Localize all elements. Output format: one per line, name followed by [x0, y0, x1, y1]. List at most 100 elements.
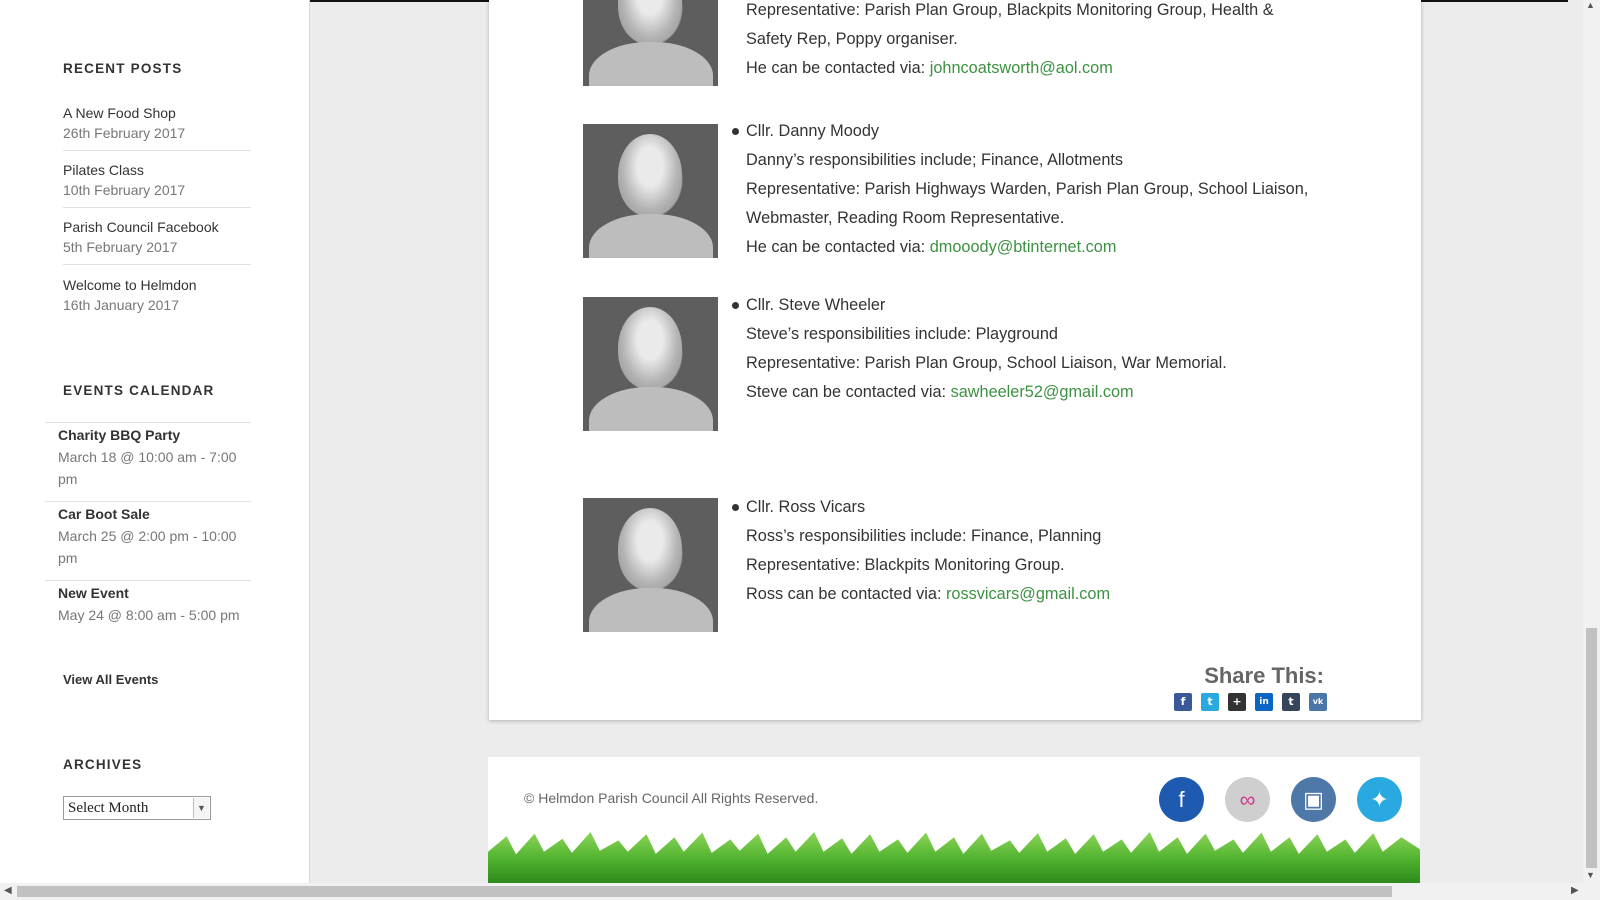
- councillor-line: Danny’s responsibilities include; Financ…: [746, 151, 1124, 169]
- photo-shoulders: [589, 214, 713, 258]
- twitter-icon[interactable]: t: [1201, 693, 1219, 711]
- grass-decoration: [488, 832, 1420, 883]
- chevron-down-icon[interactable]: ▼: [193, 798, 209, 818]
- facebook-icon[interactable]: f: [1174, 693, 1192, 711]
- post-date: 16th January 2017: [63, 297, 179, 313]
- photo-head: [618, 0, 682, 44]
- councillors-content: Representative: Parish Plan Group, Black…: [489, 0, 1421, 720]
- archives-month-select[interactable]: Select Month ▼: [63, 796, 211, 820]
- contact-prefix: He can be contacted via:: [746, 59, 930, 77]
- councillor-photo: [583, 0, 718, 86]
- recent-post-item[interactable]: A New Food Shop 26th February 2017: [63, 103, 251, 151]
- linkedin-icon[interactable]: in: [1255, 693, 1273, 711]
- photo-head: [618, 134, 682, 216]
- post-title[interactable]: Parish Council Facebook: [63, 217, 251, 237]
- councillor-entry: Representative: Parish Plan Group, Black…: [583, 0, 1373, 88]
- event-time: March 18 @ 10:00 am - 7:00 pm: [58, 449, 237, 487]
- councillor-line: Representative: Parish Plan Group, Schoo…: [746, 354, 1227, 372]
- bullet-icon: [732, 128, 739, 135]
- councillor-entry: Cllr. Steve Wheeler Steve’s responsibili…: [583, 291, 1373, 431]
- photo-shoulders: [589, 387, 713, 431]
- councillor-line: Webmaster, Reading Room Representative.: [746, 209, 1065, 227]
- horizontal-scroll-thumb[interactable]: [17, 886, 1392, 897]
- event-title[interactable]: Charity BBQ Party: [58, 423, 251, 446]
- facebook-icon[interactable]: f: [1159, 777, 1204, 822]
- contact-prefix: Ross can be contacted via:: [746, 585, 947, 603]
- councillor-entry: Cllr. Danny Moody Danny’s responsibiliti…: [583, 117, 1373, 258]
- post-date: 26th February 2017: [63, 125, 186, 141]
- councillor-name: Cllr. Danny Moody: [746, 122, 880, 140]
- share-buttons: f t + in t vk: [1174, 693, 1327, 711]
- councillor-details: Cllr. Steve Wheeler Steve’s responsibili…: [746, 291, 1366, 407]
- archives-title: ARCHIVES: [63, 757, 143, 772]
- councillor-email-link[interactable]: sawheeler52@gmail.com: [951, 383, 1134, 401]
- councillor-email-link[interactable]: rossvicars@gmail.com: [946, 585, 1110, 603]
- councillor-entry: Cllr. Ross Vicars Ross’s responsibilitie…: [583, 493, 1373, 633]
- events-calendar-title: EVENTS CALENDAR: [63, 383, 215, 398]
- post-title[interactable]: A New Food Shop: [63, 103, 251, 123]
- councillor-details: Cllr. Ross Vicars Ross’s responsibilitie…: [746, 493, 1366, 609]
- recent-posts-title: RECENT POSTS: [63, 61, 183, 76]
- councillor-name: Cllr. Steve Wheeler: [746, 296, 886, 314]
- councillor-photo: [583, 297, 718, 431]
- councillor-line: Representative: Blackpits Monitoring Gro…: [746, 556, 1065, 574]
- horizontal-scrollbar[interactable]: ◀ ▶: [0, 883, 1600, 900]
- councillor-line: Representative: Parish Highways Warden, …: [746, 180, 1309, 198]
- councillor-contact: He can be contacted via: johncoatsworth@…: [746, 54, 1366, 83]
- archives-select-value: Select Month: [68, 800, 149, 816]
- contact-prefix: He can be contacted via:: [746, 238, 930, 256]
- councillor-details: Representative: Parish Plan Group, Black…: [746, 0, 1366, 83]
- bullet-icon: [732, 302, 739, 309]
- vertical-scroll-thumb[interactable]: [1586, 628, 1597, 868]
- twitter-icon[interactable]: ✦: [1357, 777, 1402, 822]
- scroll-up-icon[interactable]: ▲: [1586, 0, 1595, 10]
- councillor-photo: [583, 124, 718, 258]
- scroll-left-icon[interactable]: ◀: [4, 885, 12, 896]
- post-date: 10th February 2017: [63, 182, 186, 198]
- event-time: March 25 @ 2:00 pm - 10:00 pm: [58, 528, 237, 566]
- event-title[interactable]: Car Boot Sale: [58, 502, 251, 525]
- scroll-right-icon[interactable]: ▶: [1571, 885, 1579, 896]
- event-item[interactable]: Charity BBQ Party March 18 @ 10:00 am - …: [45, 422, 251, 501]
- vk-icon[interactable]: vk: [1309, 693, 1327, 711]
- vertical-scrollbar[interactable]: ▲ ▼: [1583, 0, 1600, 883]
- photo-shoulders: [589, 42, 713, 86]
- councillor-line: Steve’s responsibilities include: Playgr…: [746, 325, 1058, 343]
- councillor-contact: He can be contacted via: dmooody@btinter…: [746, 233, 1366, 262]
- site-footer: © Helmdon Parish Council All Rights Rese…: [488, 757, 1420, 883]
- councillor-contact: Steve can be contacted via: sawheeler52@…: [746, 378, 1366, 407]
- tumblr-icon[interactable]: t: [1282, 693, 1300, 711]
- bullet-icon: [732, 504, 739, 511]
- sidebar: RECENT POSTS A New Food Shop 26th Februa…: [0, 0, 310, 883]
- flickr-icon[interactable]: ∞: [1225, 777, 1270, 822]
- recent-post-item[interactable]: Pilates Class 10th February 2017: [63, 160, 251, 208]
- councillor-email-link[interactable]: dmooody@btinternet.com: [930, 238, 1117, 256]
- councillor-line: Representative: Parish Plan Group, Black…: [746, 1, 1274, 19]
- councillor-line: Ross’s responsibilities include: Finance…: [746, 527, 1102, 545]
- add-icon[interactable]: +: [1228, 693, 1246, 711]
- share-this-title: Share This:: [1204, 663, 1324, 688]
- councillor-line: Safety Rep, Poppy organiser.: [746, 30, 958, 48]
- post-title[interactable]: Pilates Class: [63, 160, 251, 180]
- councillor-contact: Ross can be contacted via: rossvicars@gm…: [746, 580, 1366, 609]
- view-all-events-link[interactable]: View All Events: [63, 672, 158, 687]
- contact-prefix: Steve can be contacted via:: [746, 383, 951, 401]
- event-title[interactable]: New Event: [58, 581, 251, 604]
- councillor-email-link[interactable]: johncoatsworth@aol.com: [930, 59, 1113, 77]
- copyright-text: © Helmdon Parish Council All Rights Rese…: [524, 790, 819, 806]
- event-item[interactable]: Car Boot Sale March 25 @ 2:00 pm - 10:00…: [45, 501, 251, 580]
- photo-shoulders: [589, 588, 713, 632]
- event-time: May 24 @ 8:00 am - 5:00 pm: [58, 607, 240, 623]
- instagram-icon[interactable]: ▣: [1291, 777, 1336, 822]
- recent-post-item[interactable]: Parish Council Facebook 5th February 201…: [63, 217, 251, 265]
- photo-head: [618, 307, 682, 389]
- councillor-name: Cllr. Ross Vicars: [746, 498, 866, 516]
- post-title[interactable]: Welcome to Helmdon: [63, 275, 251, 295]
- photo-head: [618, 508, 682, 590]
- event-item[interactable]: New Event May 24 @ 8:00 am - 5:00 pm: [45, 580, 251, 659]
- post-date: 5th February 2017: [63, 239, 178, 255]
- scroll-down-icon[interactable]: ▼: [1586, 870, 1595, 880]
- councillor-photo: [583, 498, 718, 632]
- recent-post-item[interactable]: Welcome to Helmdon 16th January 2017: [63, 275, 251, 323]
- councillor-details: Cllr. Danny Moody Danny’s responsibiliti…: [746, 117, 1366, 262]
